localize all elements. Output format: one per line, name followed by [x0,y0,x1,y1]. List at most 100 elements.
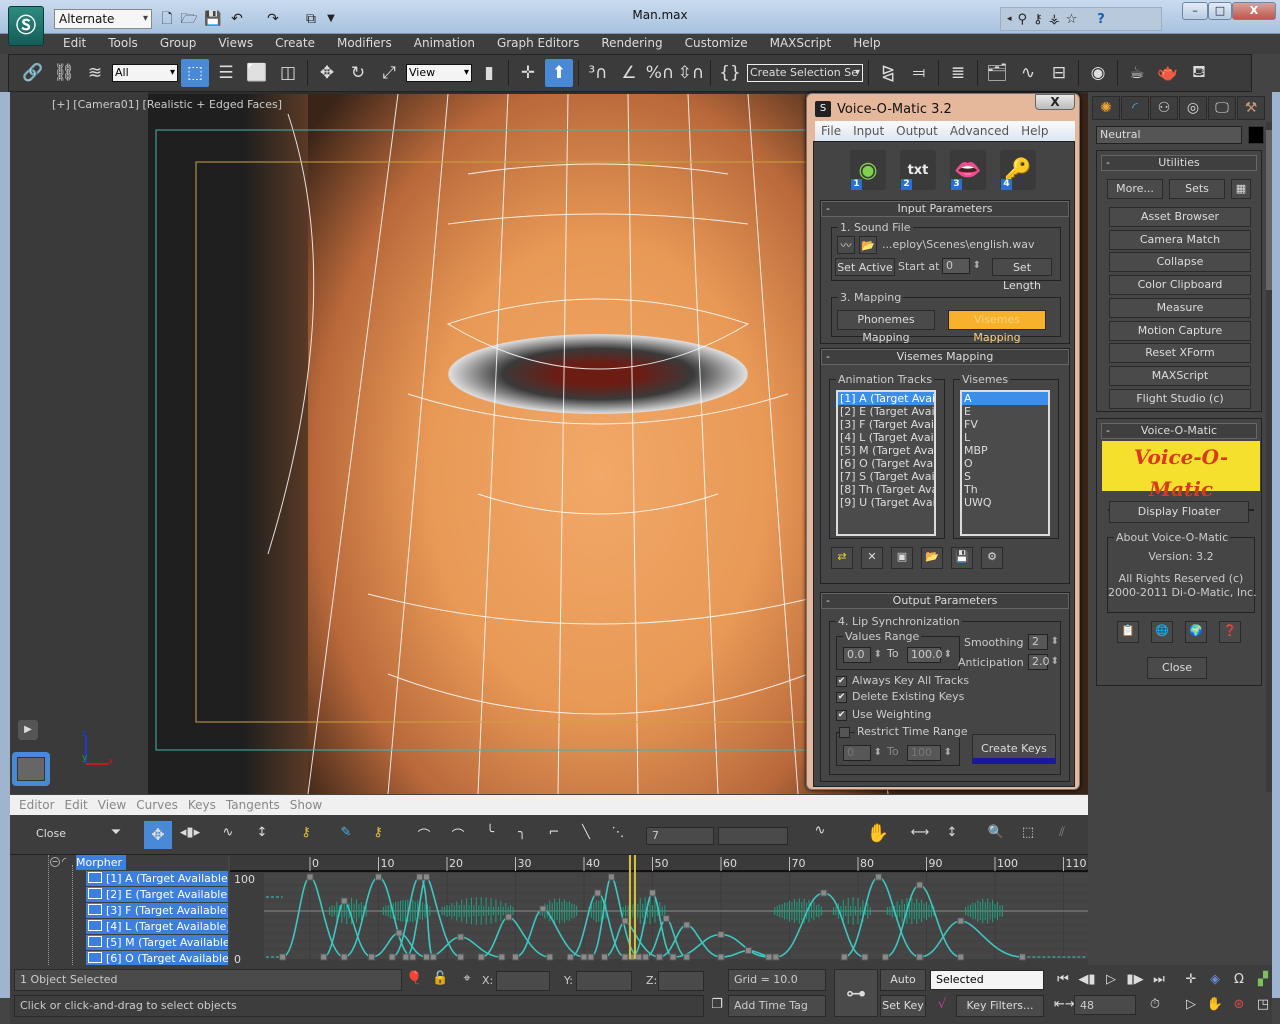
frame-vertical-icon[interactable]: ↕ [940,825,964,840]
schematic-view-icon[interactable]: ⊟ [1045,59,1073,87]
lips-icon[interactable]: 👄 3 [950,150,986,190]
menu-create[interactable]: Create [264,34,326,54]
utilities-tab-icon[interactable]: ⚒ [1237,96,1265,120]
pan-hand-icon[interactable]: ✋ [866,823,890,844]
asset-browser-button[interactable]: Asset Browser [1109,207,1251,227]
object-name-field[interactable]: Neutral [1096,126,1242,144]
start-at-spinner[interactable]: 0 [942,258,981,274]
modify-tab-icon[interactable]: ◜ [1121,96,1149,120]
open-folder-icon[interactable]: 📂 [859,236,877,254]
binoculars-icon[interactable]: ⚲ [1018,12,1028,27]
walk-through-icon[interactable]: ✛ [1182,972,1200,987]
command-panel-scrollbar[interactable] [1266,122,1272,792]
go-to-end-icon[interactable]: ⏭ [1150,972,1168,987]
help-document-icon[interactable]: ❓ [1219,621,1241,643]
vom-menu-advanced[interactable]: Advanced [944,124,1015,138]
x-coordinate-field[interactable] [496,971,550,991]
input-parameters-header[interactable]: - Input Parameters [821,201,1069,217]
keyboard-shortcut-override-icon[interactable]: ⬆ [545,59,573,87]
edit-named-selection-icon[interactable]: {} [716,59,744,87]
ce-menu-edit[interactable]: Edit [60,798,93,812]
phonemes-mapping-button[interactable]: Phonemes Mapping [837,310,935,344]
tree-item[interactable]: [1] A (Target Available) [86,871,228,886]
menu-maxscript[interactable]: MAXScript [759,34,843,54]
viseme-item[interactable]: E [962,405,1048,418]
curve-editor-close-button[interactable]: Close [18,819,84,851]
tree-item[interactable]: [6] O (Target Available) [86,951,228,965]
save-icon[interactable]: 💾 [204,9,222,29]
more-button[interactable]: More... [1107,179,1163,199]
time-configuration-icon[interactable]: ⏱ [1146,997,1164,1012]
vom-menu-file[interactable]: File [815,124,847,138]
menu-rendering[interactable]: Rendering [590,34,673,54]
zoom-region-icon[interactable]: ⬚ [1016,825,1040,840]
sound-wave-icon[interactable]: ◉ 1 [850,150,886,190]
animation-tracks-list[interactable]: [1] A (Target Avail [2] E (Target Availa… [836,390,936,536]
menu-animation[interactable]: Animation [403,34,486,54]
ce-menu-curves[interactable]: Curves [131,798,183,812]
play-icon[interactable]: ▷ [1102,972,1120,987]
window-crossing-toggle-icon[interactable]: ❐ [710,997,724,1012]
use-weighting-checkbox[interactable]: ✔ [836,710,847,721]
tree-root-morpher[interactable]: Morpher [76,855,126,870]
material-editor-icon[interactable]: ◉ [1084,59,1112,87]
named-selection-dropdown[interactable]: Create Selection Se [747,64,863,82]
pivot-center-icon[interactable]: ▮ [475,59,503,87]
curve-graph-canvas[interactable]: 0 10 20 30 40 50 60 70 80 90 100 110 100 0 [230,855,1088,965]
tangent-custom-icon[interactable]: ⌒ [446,825,470,844]
display-tab-icon[interactable]: 🖵 [1208,96,1236,120]
create-tab-icon[interactable]: ✺ [1092,96,1120,120]
time-to-spinner[interactable]: 100 [907,745,952,761]
vom-menu-input[interactable]: Input [847,124,890,138]
maximize-button[interactable]: □ [1208,2,1232,20]
auto-map-icon[interactable]: ▣ [891,547,913,569]
auto-key-button[interactable]: Auto Key [880,969,926,1006]
key-mode-dropdown[interactable]: Selected [930,970,1044,990]
select-manipulate-icon[interactable]: ✛ [514,59,542,87]
project-icon[interactable]: ⧉ [302,9,320,29]
value-field[interactable] [718,827,788,845]
viseme-item[interactable]: MBP [962,444,1048,457]
ce-menu-show[interactable]: Show [285,798,327,812]
maximize-viewport-icon[interactable]: ▞ [1254,972,1272,987]
slide-keys-icon[interactable]: ◂▮▸ [178,825,202,840]
reference-coordinate-dropdown[interactable]: View [406,64,472,82]
spinner-snap-icon[interactable]: ⇳∩ [677,59,705,87]
layer-manager-icon[interactable]: ≣ [944,59,972,87]
select-by-name-icon[interactable]: ☰ [212,59,240,87]
current-frame-field[interactable]: 48 [1074,995,1136,1015]
mapping-options-icon[interactable]: ⚙ [981,547,1003,569]
draw-curves-icon[interactable]: ✎ [334,825,358,840]
time-from-spinner[interactable]: 0 [843,745,882,761]
collapse-button[interactable]: Collapse [1109,252,1251,272]
window-crossing-icon[interactable]: ◫ [274,59,302,87]
smoothing-spinner[interactable]: 2 [1028,634,1059,650]
viseme-item[interactable]: A [962,392,1048,405]
track-item[interactable]: [5] M (Target Avail [838,444,934,457]
scale-keys-time-icon[interactable]: ∿ [216,825,240,840]
track-item[interactable]: [6] O (Target Avail [838,457,934,470]
curve-editor-icon[interactable]: ∿ [1014,59,1042,87]
always-key-all-tracks-checkbox[interactable]: ✔ [836,676,847,687]
output-parameters-header[interactable]: - Output Parameters [821,593,1069,609]
zoom-icon[interactable]: 🔍 [984,825,1008,840]
scale-icon[interactable]: ⤢ [375,59,403,87]
menu-graph-editors[interactable]: Graph Editors [486,34,590,54]
render-setup-icon[interactable]: ☕ [1123,59,1151,87]
release-notes-icon[interactable]: 📋 [1117,621,1139,643]
menu-edit[interactable]: Edit [52,34,97,54]
tree-item[interactable]: [3] F (Target Available) [86,903,228,918]
frame-field[interactable]: 7 [646,827,714,845]
visemes-mapping-button[interactable]: Visemes Mapping [948,310,1046,344]
menu-group[interactable]: Group [149,34,208,54]
object-color-swatch[interactable] [1248,126,1264,144]
isolate-selection-icon[interactable]: 🎈 [406,971,422,986]
tangent-linear-icon[interactable]: ╲ [574,825,598,840]
min-max-toggle-icon[interactable]: ◳ [1254,997,1272,1012]
track-item[interactable]: [1] A (Target Avail [838,392,934,405]
ce-menu-editor[interactable]: Editor [14,798,60,812]
workspace-dropdown[interactable]: Alternate [54,9,152,29]
anticipation-spinner[interactable]: 2.0 [1028,654,1059,670]
set-length-button[interactable]: Set Length [992,258,1052,292]
z-coordinate-field[interactable] [658,971,704,991]
